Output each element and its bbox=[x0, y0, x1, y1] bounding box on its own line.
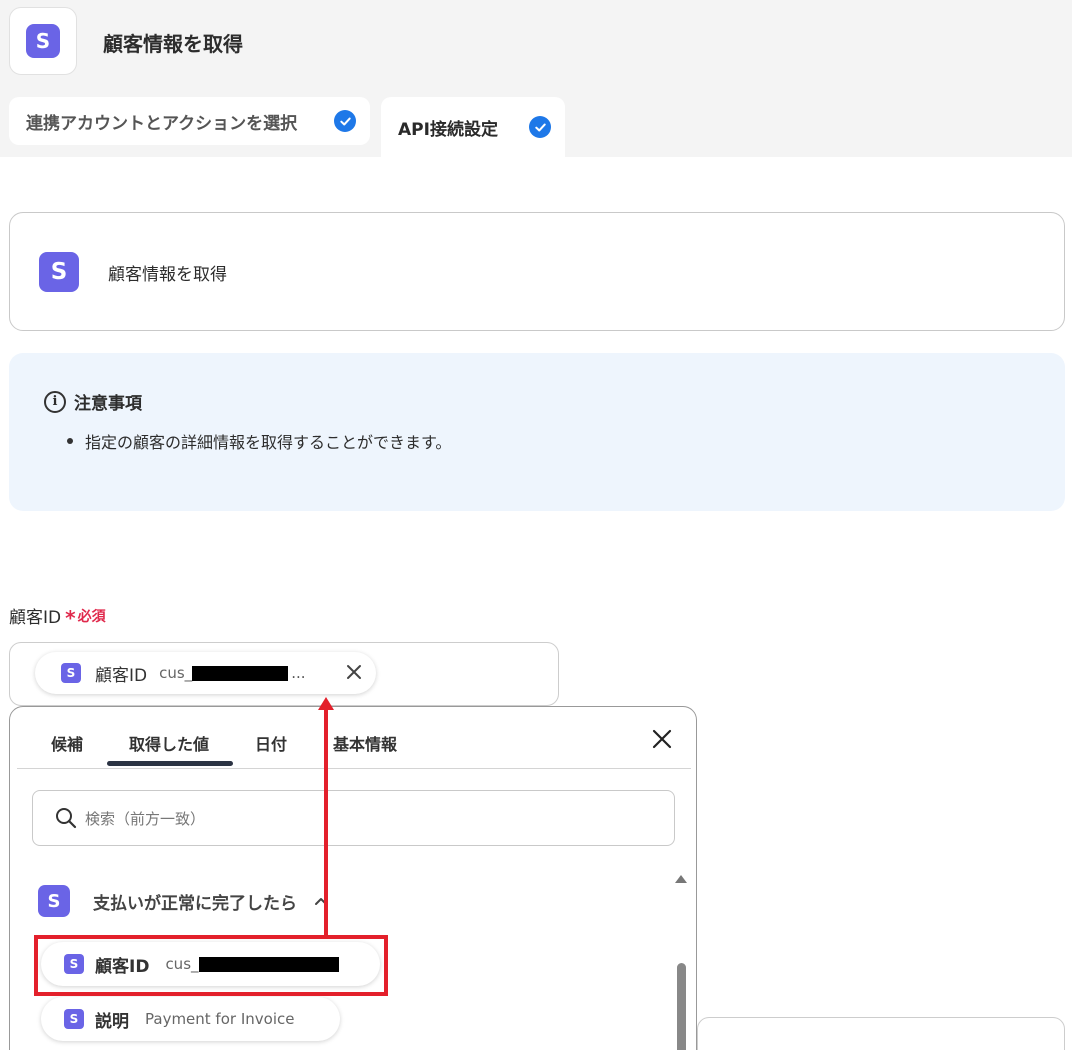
bullet-icon bbox=[67, 438, 73, 444]
field-label-text: 顧客ID bbox=[9, 608, 62, 628]
tab-retrieved-values[interactable]: 取得した値 bbox=[129, 731, 209, 755]
notice-box: i 注意事項 指定の顧客の詳細情報を取得することができます。 bbox=[9, 353, 1065, 511]
redacted-value bbox=[192, 666, 289, 681]
chip-label: 顧客ID bbox=[95, 665, 148, 686]
tab-basic-info[interactable]: 基本情報 bbox=[333, 731, 397, 755]
stripe-logo-icon: S bbox=[38, 885, 70, 917]
required-badge: * 必須 bbox=[65, 604, 105, 628]
tab-label: 連携アカウントとアクションを選択 bbox=[26, 113, 298, 134]
item-value: Payment for Invoice bbox=[145, 1010, 295, 1028]
scrollbar-thumb[interactable] bbox=[677, 963, 686, 1050]
stripe-logo-icon: S bbox=[61, 663, 81, 683]
check-icon bbox=[334, 110, 356, 132]
item-label: 説明 bbox=[95, 1011, 129, 1032]
stripe-logo-icon: S bbox=[64, 1009, 84, 1029]
notice-item: 指定の顧客の詳細情報を取得することができます。 bbox=[67, 429, 451, 453]
annotation-arrow bbox=[324, 708, 328, 938]
group-title: 支払いが正常に完了したら bbox=[93, 893, 297, 914]
search-placeholder: 検索（前方一致） bbox=[85, 809, 206, 828]
notice-heading: i 注意事項 bbox=[44, 389, 142, 414]
value-chip[interactable]: S 顧客ID cus_... bbox=[35, 652, 376, 694]
info-icon: i bbox=[44, 390, 66, 413]
page: S 顧客情報を取得 連携アカウントとアクションを選択 API接続設定 S 顧客情… bbox=[0, 0, 1072, 1050]
search-icon bbox=[56, 808, 77, 829]
tab-candidates[interactable]: 候補 bbox=[51, 731, 83, 755]
close-icon[interactable] bbox=[650, 727, 674, 751]
picker-tabs: 候補 取得した値 日付 基本情報 bbox=[17, 707, 691, 769]
required-text: 必須 bbox=[77, 608, 106, 625]
tab-label: API接続設定 bbox=[398, 119, 498, 140]
group-header[interactable]: S 支払いが正常に完了したら bbox=[38, 885, 329, 917]
action-card: S 顧客情報を取得 bbox=[9, 212, 1065, 331]
active-tab-indicator bbox=[107, 761, 233, 766]
annotation-arrow-head bbox=[318, 697, 334, 710]
tab-date[interactable]: 日付 bbox=[255, 731, 287, 755]
chip-value: cus_... bbox=[159, 664, 306, 682]
annotation-highlight-box bbox=[34, 935, 388, 996]
background-field bbox=[697, 1017, 1065, 1050]
notice-heading-text: 注意事項 bbox=[74, 394, 142, 414]
app-logo: S bbox=[9, 7, 77, 75]
search-input[interactable]: 検索（前方一致） bbox=[32, 790, 675, 846]
stripe-logo-icon: S bbox=[39, 252, 79, 292]
action-title: 顧客情報を取得 bbox=[108, 265, 227, 285]
check-icon bbox=[529, 116, 551, 138]
required-asterisk: * bbox=[65, 605, 76, 630]
tab-api-settings[interactable]: API接続設定 bbox=[381, 97, 565, 157]
tab-account-action[interactable]: 連携アカウントとアクションを選択 bbox=[9, 97, 370, 145]
close-icon[interactable] bbox=[344, 662, 364, 682]
stripe-logo-icon: S bbox=[26, 24, 60, 58]
notice-item-text: 指定の顧客の詳細情報を取得することができます。 bbox=[85, 433, 452, 452]
page-title: 顧客情報を取得 bbox=[103, 32, 243, 56]
list-item-description[interactable]: S 説明 Payment for Invoice bbox=[41, 997, 340, 1041]
scroll-up-arrow-icon[interactable] bbox=[675, 875, 687, 883]
field-label: 顧客ID * 必須 bbox=[9, 603, 106, 629]
